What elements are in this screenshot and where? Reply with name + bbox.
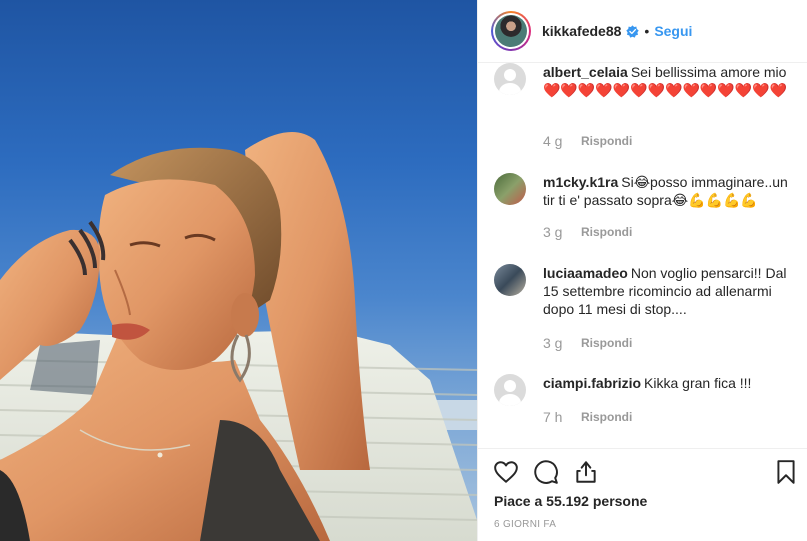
reply-button[interactable]: Rispondi (581, 336, 632, 350)
comment-avatar[interactable] (494, 173, 526, 205)
post-date[interactable]: 6 GIORNI FA (494, 519, 556, 530)
heart-icon[interactable] (493, 459, 519, 485)
comment-body: luciaamadeo Non voglio pensarci!! Dal 15 … (543, 264, 795, 318)
likes-count[interactable]: Piace a 55.192 persone (494, 493, 647, 509)
verified-badge-icon (626, 24, 640, 38)
comment-avatar[interactable] (494, 264, 526, 296)
comment-meta: 4 g Rispondi (543, 133, 632, 149)
comments-list[interactable]: albert_celaia Sei bellissima amore mio ❤️… (478, 63, 807, 448)
comment-time[interactable]: 7 h (543, 409, 581, 425)
photo-illustration (0, 132, 477, 541)
reply-button[interactable]: Rispondi (581, 410, 632, 424)
follow-button[interactable]: Segui (654, 23, 692, 39)
profile-avatar[interactable] (491, 11, 531, 51)
reply-button[interactable]: Rispondi (581, 134, 632, 148)
header-separator: • (644, 23, 650, 39)
comment-body: albert_celaia Sei bellissima amore mio ❤️… (543, 63, 795, 99)
comment-avatar[interactable] (494, 63, 526, 95)
comment-username[interactable]: albert_celaia (543, 64, 628, 80)
post-sidebar: kikkafede88 • Segui albert_celaia Sei bel… (477, 0, 807, 541)
post-actions: Piace a 55.192 persone 6 GIORNI FA (478, 448, 807, 541)
comment-meta: 3 g Rispondi (543, 335, 632, 351)
comment-avatar[interactable] (494, 374, 526, 406)
bookmark-icon[interactable] (773, 459, 799, 485)
comment-time[interactable]: 4 g (543, 133, 581, 149)
comment-username[interactable]: ciampi.fabrizio (543, 375, 641, 391)
profile-username[interactable]: kikkafede88 (542, 23, 621, 39)
comment-time[interactable]: 3 g (543, 335, 581, 351)
share-icon[interactable] (573, 459, 599, 485)
comment-meta: 3 g Rispondi (543, 224, 632, 240)
post-photo[interactable] (0, 0, 477, 541)
comment-icon[interactable] (533, 459, 559, 485)
reply-button[interactable]: Rispondi (581, 225, 632, 239)
comment-username[interactable]: luciaamadeo (543, 265, 628, 281)
comment-meta: 7 h Rispondi (543, 409, 632, 425)
post-header: kikkafede88 • Segui (478, 0, 807, 63)
comment-time[interactable]: 3 g (543, 224, 581, 240)
comment-username[interactable]: m1cky.k1ra (543, 174, 618, 190)
comment-text: Kikka gran fica !!! (644, 375, 752, 391)
comment-body: m1cky.k1ra Si😂posso immaginare..un tir ti… (543, 173, 795, 209)
comment-body: ciampi.fabrizio Kikka gran fica !!! (543, 374, 795, 392)
